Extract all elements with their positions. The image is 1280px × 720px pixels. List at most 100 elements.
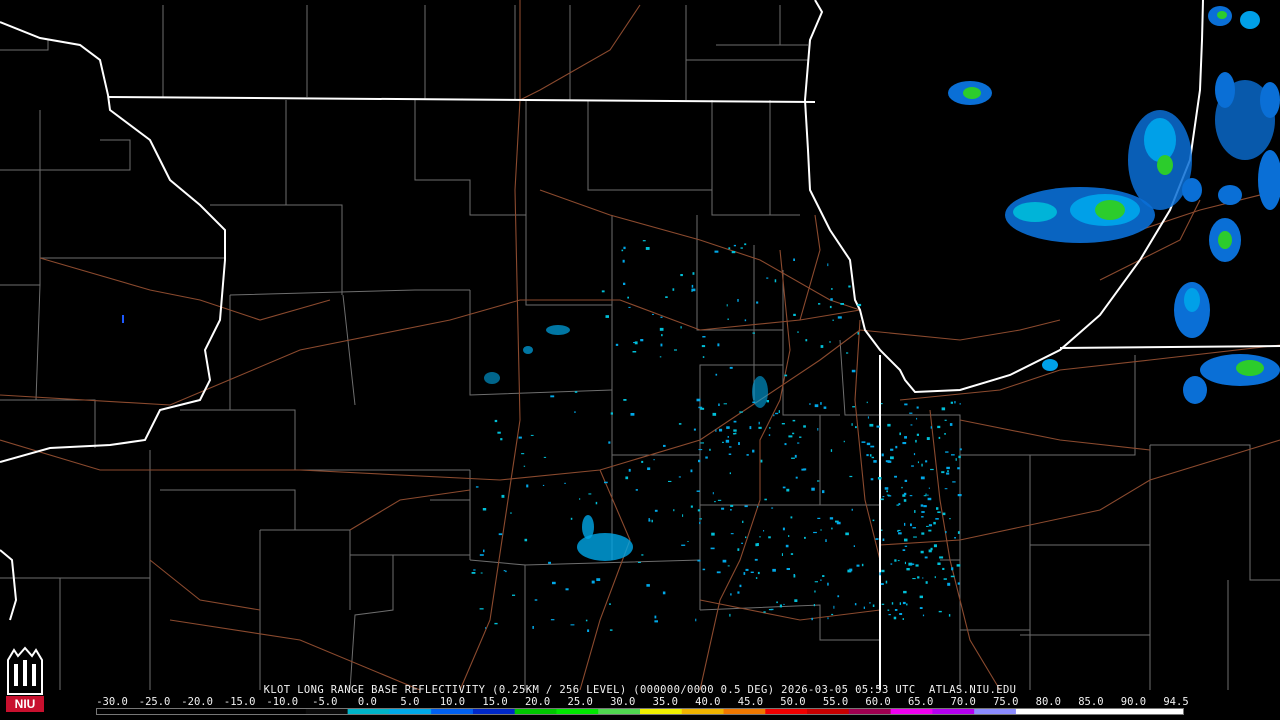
- colorbar-segment: [1015, 709, 1059, 714]
- colorbar-segment: [598, 709, 641, 714]
- clutter-speckle: [861, 563, 864, 567]
- clutter-speckle: [570, 517, 573, 520]
- clutter-speckle: [758, 426, 762, 429]
- clutter-speckle: [766, 400, 769, 403]
- colorbar-segment: [389, 709, 432, 714]
- clutter-speckle: [786, 488, 790, 492]
- clutter-speckle: [661, 334, 663, 337]
- clutter-speckle: [947, 582, 951, 586]
- clutter-speckle: [867, 416, 869, 419]
- clutter-speckle: [959, 403, 961, 405]
- clutter-speckle: [880, 498, 884, 501]
- clutter-speckle: [610, 412, 613, 415]
- clutter-speckle: [651, 519, 653, 523]
- clutter-speckle: [752, 449, 755, 453]
- clutter-speckle: [678, 423, 682, 425]
- clutter-speckle: [797, 331, 799, 333]
- clutter-speckle: [503, 570, 506, 572]
- clutter-speckle: [944, 419, 947, 421]
- clutter-speckle: [827, 263, 829, 267]
- clutter-speckle: [845, 532, 849, 536]
- clutter-speckle: [915, 564, 919, 567]
- clutter-speckle: [788, 435, 793, 438]
- clutter-speckle: [856, 564, 860, 567]
- clutter-speckle: [880, 403, 883, 405]
- clutter-speckle: [866, 442, 871, 446]
- clutter-speckle: [479, 608, 484, 610]
- niu-logo: NIU: [4, 646, 46, 714]
- clutter-speckle: [729, 613, 731, 617]
- clutter-speckle: [926, 525, 929, 527]
- clutter-speckle: [697, 509, 701, 512]
- clutter-speckle: [652, 313, 654, 315]
- clutter-speckle: [596, 578, 601, 581]
- clutter-speckle: [479, 554, 484, 556]
- clutter-speckle: [752, 401, 756, 404]
- clutter-speckle: [851, 369, 856, 373]
- clutter-speckle: [710, 547, 715, 550]
- clutter-speckle: [776, 601, 778, 604]
- clutter-speckle: [693, 428, 696, 431]
- clutter-speckle: [548, 561, 551, 564]
- clutter-speckle: [954, 537, 956, 539]
- colorbar-segment: [180, 709, 223, 714]
- clutter-speckle: [947, 470, 949, 472]
- clutter-speckle: [894, 475, 897, 478]
- colorbar-tick: -25.0: [138, 696, 171, 708]
- clutter-speckle: [933, 544, 937, 548]
- clutter-speckle: [888, 614, 891, 616]
- clutter-speckle: [927, 497, 932, 501]
- clutter-speckle: [672, 288, 675, 291]
- clutter-speckle: [820, 345, 824, 348]
- clutter-speckle: [709, 448, 711, 451]
- clutter-speckle: [696, 490, 700, 492]
- colorbar-tick: 35.0: [652, 696, 678, 708]
- clutter-speckle: [781, 423, 785, 425]
- clutter-speckle: [913, 536, 917, 538]
- clutter-speckle: [763, 611, 766, 613]
- clutter-speckle: [659, 356, 662, 358]
- clutter-speckle: [793, 258, 795, 261]
- clutter-speckle: [881, 453, 884, 457]
- clutter-speckle: [662, 591, 666, 595]
- clutter-speckle: [957, 582, 960, 585]
- clutter-speckle: [668, 480, 672, 482]
- colorbar-tick: 90.0: [1120, 696, 1147, 708]
- clutter-speckle: [760, 459, 763, 463]
- clutter-speckle: [803, 468, 807, 471]
- clutter-speckle: [565, 588, 569, 591]
- clutter-speckle: [886, 490, 888, 493]
- clutter-speckle: [635, 489, 638, 491]
- clutter-speckle: [904, 561, 906, 565]
- clutter-speckle: [949, 423, 953, 426]
- clutter-speckle: [920, 550, 924, 554]
- clutter-speckle: [727, 436, 729, 438]
- clutter-speckle: [804, 536, 806, 539]
- colorbar-segment: [514, 709, 557, 714]
- clutter-speckle: [811, 617, 813, 621]
- clutter-speckle: [609, 603, 611, 605]
- clutter-speckle: [885, 580, 888, 584]
- clutter-speckle: [814, 581, 818, 583]
- clutter-speckle: [814, 590, 816, 593]
- clutter-speckle: [615, 343, 619, 346]
- colorbar-tick: 0.0: [357, 696, 377, 708]
- clutter-speckle: [909, 412, 913, 414]
- clutter-speckle: [768, 536, 771, 539]
- clutter-speckle: [494, 622, 498, 625]
- clutter-speckle: [904, 522, 906, 526]
- clutter-speckle: [926, 437, 930, 440]
- clutter-speckle: [791, 457, 795, 459]
- colorbar-tick-labels: -30.0 -25.0 -20.0 -15.0 -10.0 -5.0 0.0 5.0 10.0 1…: [0, 696, 1280, 708]
- clutter-speckle: [728, 247, 731, 250]
- clutter-speckle: [697, 559, 701, 562]
- clutter-speckle: [497, 431, 501, 434]
- colorbar-tick: 85.0: [1078, 696, 1104, 708]
- clutter-speckle: [928, 524, 932, 527]
- clutter-speckle: [925, 581, 928, 584]
- colorbar-tick: 65.0: [907, 696, 934, 708]
- clutter-speckle: [897, 560, 900, 562]
- clutter-speckle: [734, 432, 737, 435]
- clutter-speckle: [910, 563, 915, 565]
- clutter-speckle: [641, 554, 644, 556]
